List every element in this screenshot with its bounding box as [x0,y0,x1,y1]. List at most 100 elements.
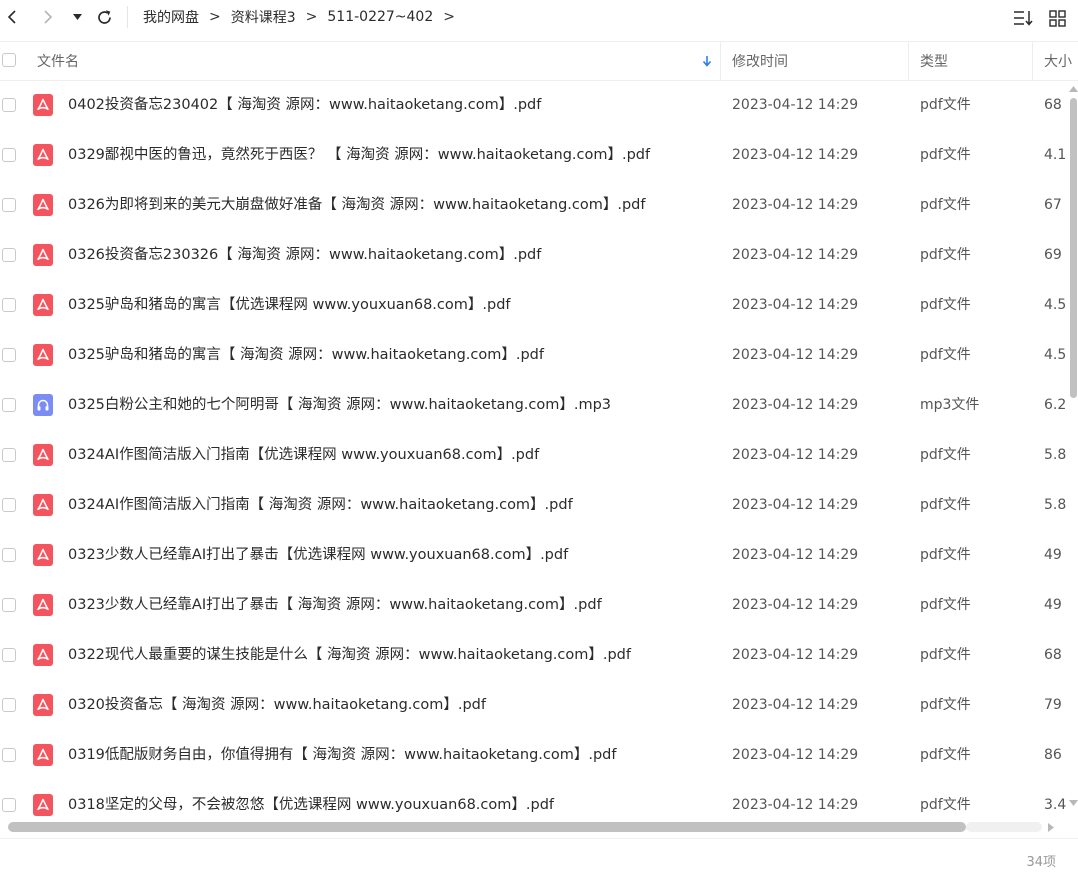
breadcrumb-item-folder[interactable]: 资料课程3 [231,7,296,27]
file-list-header: 文件名 修改时间 类型 大小 [0,41,1078,81]
file-type: pdf文件 [920,247,971,263]
file-type: pdf文件 [920,797,971,813]
file-row[interactable]: 0324AI作图简洁版入门指南【优选课程网 www.youxuan68.com】… [0,430,1068,480]
column-divider[interactable] [908,42,909,80]
file-modified-time: 2023-04-12 14:29 [732,297,859,313]
file-row[interactable]: 0402投资备忘230402【 海淘资 源网：www.haitaoketang.… [0,80,1068,130]
file-type: pdf文件 [920,647,971,663]
file-type: mp3文件 [920,397,980,413]
file-name[interactable]: 0324AI作图简洁版入门指南【 海淘资 源网：www.haitaoketang… [68,480,573,530]
horizontal-scrollbar-track[interactable] [966,822,1042,832]
audio-file-icon [33,394,53,416]
file-name[interactable]: 0325白粉公主和她的七个阿明哥【 海淘资 源网：www.haitaoketan… [68,380,611,430]
file-row[interactable]: 0320投资备忘【 海淘资 源网：www.haitaoketang.com】.p… [0,680,1068,730]
chevron-right-icon [44,10,53,24]
row-checkbox[interactable] [2,548,16,562]
row-checkbox[interactable] [2,798,16,812]
pdf-file-icon [33,644,53,666]
file-size: 68 [1044,97,1062,113]
file-size: 6.2 [1044,397,1067,413]
file-row[interactable]: 0326为即将到来的美元大崩盘做好准备【 海淘资 源网：www.haitaoke… [0,180,1068,230]
pdf-file-icon [33,94,53,116]
breadcrumb: 我的网盘 > 资料课程3 > 511-0227~402 > [143,6,465,28]
column-header-size[interactable]: 大小 [1044,42,1072,80]
file-name[interactable]: 0323少数人已经靠AI打出了暴击【 海淘资 源网：www.haitaoketa… [68,580,602,630]
file-row[interactable]: 0325白粉公主和她的七个阿明哥【 海淘资 源网：www.haitaoketan… [0,380,1068,430]
file-name[interactable]: 0319低配版财务自由，你值得拥有【 海淘资 源网：www.haitaoketa… [68,730,617,780]
arrow-down-icon [702,56,712,67]
file-modified-time: 2023-04-12 14:29 [732,647,859,663]
column-divider[interactable] [1032,42,1033,80]
file-size: 68 [1044,647,1062,663]
breadcrumb-item-root[interactable]: 我的网盘 [143,7,199,27]
file-name[interactable]: 0326为即将到来的美元大崩盘做好准备【 海淘资 源网：www.haitaoke… [68,180,646,230]
history-dropdown-button[interactable] [70,6,84,28]
back-button[interactable] [4,6,20,28]
file-row[interactable]: 0324AI作图简洁版入门指南【 海淘资 源网：www.haitaoketang… [0,480,1068,530]
column-header-size-label: 大小 [1044,54,1072,70]
file-modified-time: 2023-04-12 14:29 [732,247,859,263]
file-name[interactable]: 0402投资备忘230402【 海淘资 源网：www.haitaoketang.… [68,80,541,130]
file-row[interactable]: 0325驴岛和猪岛的寓言【 海淘资 源网：www.haitaoketang.co… [0,330,1068,380]
column-header-name[interactable]: 文件名 [37,42,79,80]
forward-button[interactable] [40,6,56,28]
file-type: pdf文件 [920,747,971,763]
refresh-button[interactable] [94,6,114,28]
file-type: pdf文件 [920,497,971,513]
scroll-right-arrow-icon [1048,823,1054,832]
row-checkbox[interactable] [2,98,16,112]
file-row[interactable]: 0318坚定的父母，不会被忽悠【优选课程网 www.youxuan68.com】… [0,780,1068,818]
breadcrumb-item-current[interactable]: 511-0227~402 [327,9,433,25]
file-name[interactable]: 0324AI作图简洁版入门指南【优选课程网 www.youxuan68.com】… [68,430,539,480]
toolbar-divider [127,6,128,28]
file-row[interactable]: 0325驴岛和猪岛的寓言【优选课程网 www.youxuan68.com】.pd… [0,280,1068,330]
column-divider[interactable] [720,42,721,80]
row-checkbox[interactable] [2,448,16,462]
row-checkbox[interactable] [2,398,16,412]
row-checkbox[interactable] [2,298,16,312]
breadcrumb-separator[interactable]: > [443,9,455,25]
pdf-file-icon [33,794,53,816]
horizontal-scrollbar[interactable] [0,818,1078,836]
vertical-scrollbar[interactable] [1068,80,1078,818]
sort-arrow[interactable] [702,42,712,80]
row-checkbox[interactable] [2,748,16,762]
row-checkbox[interactable] [2,698,16,712]
toolbar: 我的网盘 > 资料课程3 > 511-0227~402 > [0,0,1078,40]
file-name[interactable]: 0318坚定的父母，不会被忽悠【优选课程网 www.youxuan68.com】… [68,780,554,818]
row-checkbox[interactable] [2,648,16,662]
grid-view-button[interactable] [1046,7,1068,29]
file-name[interactable]: 0323少数人已经靠AI打出了暴击【优选课程网 www.youxuan68.co… [68,530,568,580]
file-name[interactable]: 0320投资备忘【 海淘资 源网：www.haitaoketang.com】.p… [68,680,486,730]
file-modified-time: 2023-04-12 14:29 [732,97,859,113]
file-row[interactable]: 0323少数人已经靠AI打出了暴击【 海淘资 源网：www.haitaoketa… [0,580,1068,630]
row-checkbox[interactable] [2,348,16,362]
file-modified-time: 2023-04-12 14:29 [732,447,859,463]
file-name[interactable]: 0322现代人最重要的谋生技能是什么【 海淘资 源网：www.haitaoket… [68,630,631,680]
column-header-type[interactable]: 类型 [920,42,948,80]
column-header-modified[interactable]: 修改时间 [732,42,788,80]
horizontal-scrollbar-thumb[interactable] [8,822,966,832]
row-checkbox[interactable] [2,198,16,212]
breadcrumb-separator: > [305,9,318,25]
row-checkbox[interactable] [2,248,16,262]
vertical-scrollbar-thumb[interactable] [1070,98,1077,398]
file-name[interactable]: 0329鄙视中医的鲁迅，竟然死于西医？ 【 海淘资 源网：www.haitaok… [68,130,650,180]
row-checkbox[interactable] [2,598,16,612]
column-header-modified-label: 修改时间 [732,54,788,70]
pdf-file-icon [33,194,53,216]
file-name[interactable]: 0325驴岛和猪岛的寓言【优选课程网 www.youxuan68.com】.pd… [68,280,511,330]
file-row[interactable]: 0326投资备忘230326【 海淘资 源网：www.haitaoketang.… [0,230,1068,280]
file-modified-time: 2023-04-12 14:29 [732,347,859,363]
file-row[interactable]: 0329鄙视中医的鲁迅，竟然死于西医？ 【 海淘资 源网：www.haitaok… [0,130,1068,180]
row-checkbox[interactable] [2,148,16,162]
file-row[interactable]: 0319低配版财务自由，你值得拥有【 海淘资 源网：www.haitaoketa… [0,730,1068,780]
file-row[interactable]: 0323少数人已经靠AI打出了暴击【优选课程网 www.youxuan68.co… [0,530,1068,580]
row-checkbox[interactable] [2,498,16,512]
sort-button[interactable] [1012,7,1034,29]
select-all-checkbox[interactable] [2,53,16,67]
file-name[interactable]: 0326投资备忘230326【 海淘资 源网：www.haitaoketang.… [68,230,541,280]
file-row[interactable]: 0322现代人最重要的谋生技能是什么【 海淘资 源网：www.haitaoket… [0,630,1068,680]
file-name[interactable]: 0325驴岛和猪岛的寓言【 海淘资 源网：www.haitaoketang.co… [68,330,544,380]
pdf-file-icon [33,744,53,766]
